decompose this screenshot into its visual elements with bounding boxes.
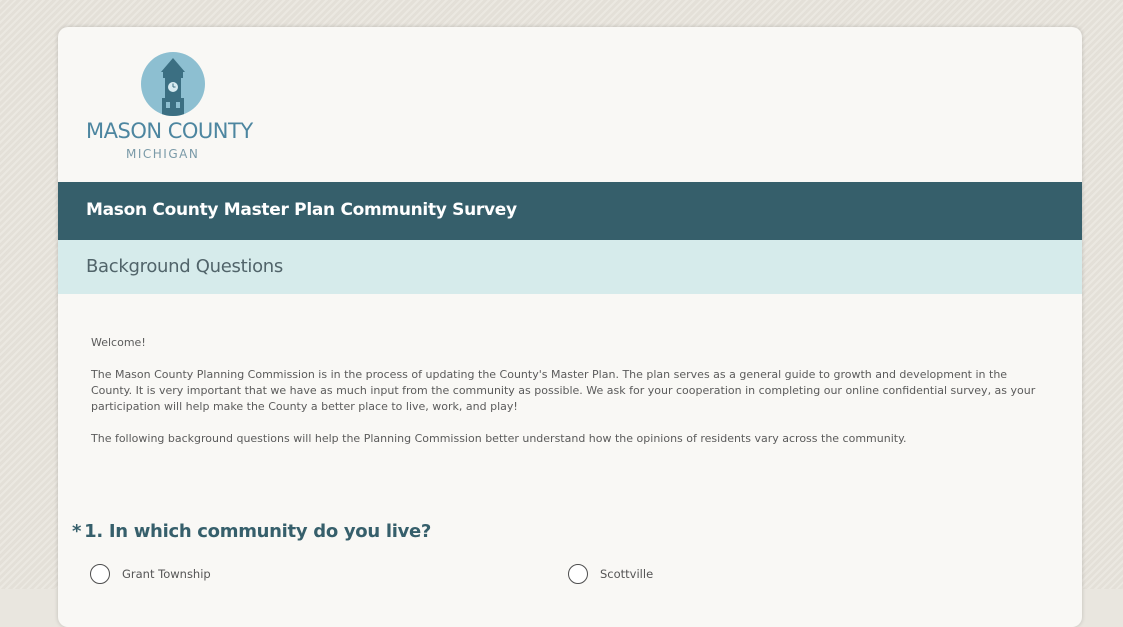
radio-button-icon[interactable] [568,564,588,584]
option-scottville[interactable]: Scottville [568,563,653,585]
option-label: Scottville [600,567,654,581]
question-1-text: 1. In which community do you live? [84,521,432,542]
clock-tower-icon [141,52,205,116]
logo-name: MASON COUNTY [86,119,253,143]
option-grant-township[interactable]: Grant Township [90,563,211,585]
intro-paragraph-1: The Mason County Planning Commission is … [91,368,1036,413]
intro-welcome: Welcome! [91,336,146,349]
radio-button-icon[interactable] [90,564,110,584]
option-label: Grant Township [122,567,211,581]
survey-title-bar: Mason County Master Plan Community Surve… [58,182,1082,240]
logo-area: MASON COUNTY MICHIGAN [58,27,1082,182]
question-1-heading: * 1. In which community do you live? [72,521,431,542]
page-title-bar: Background Questions [58,240,1082,294]
page-title: Background Questions [86,256,283,277]
logo-state: MICHIGAN [126,147,200,161]
required-marker: * [72,521,82,542]
survey-card: MASON COUNTY MICHIGAN Mason County Maste… [58,27,1082,627]
intro-paragraph-2: The following background questions will … [91,432,907,445]
intro-text: Welcome! The Mason County Planning Commi… [91,335,1051,463]
survey-title: Mason County Master Plan Community Surve… [86,200,517,220]
